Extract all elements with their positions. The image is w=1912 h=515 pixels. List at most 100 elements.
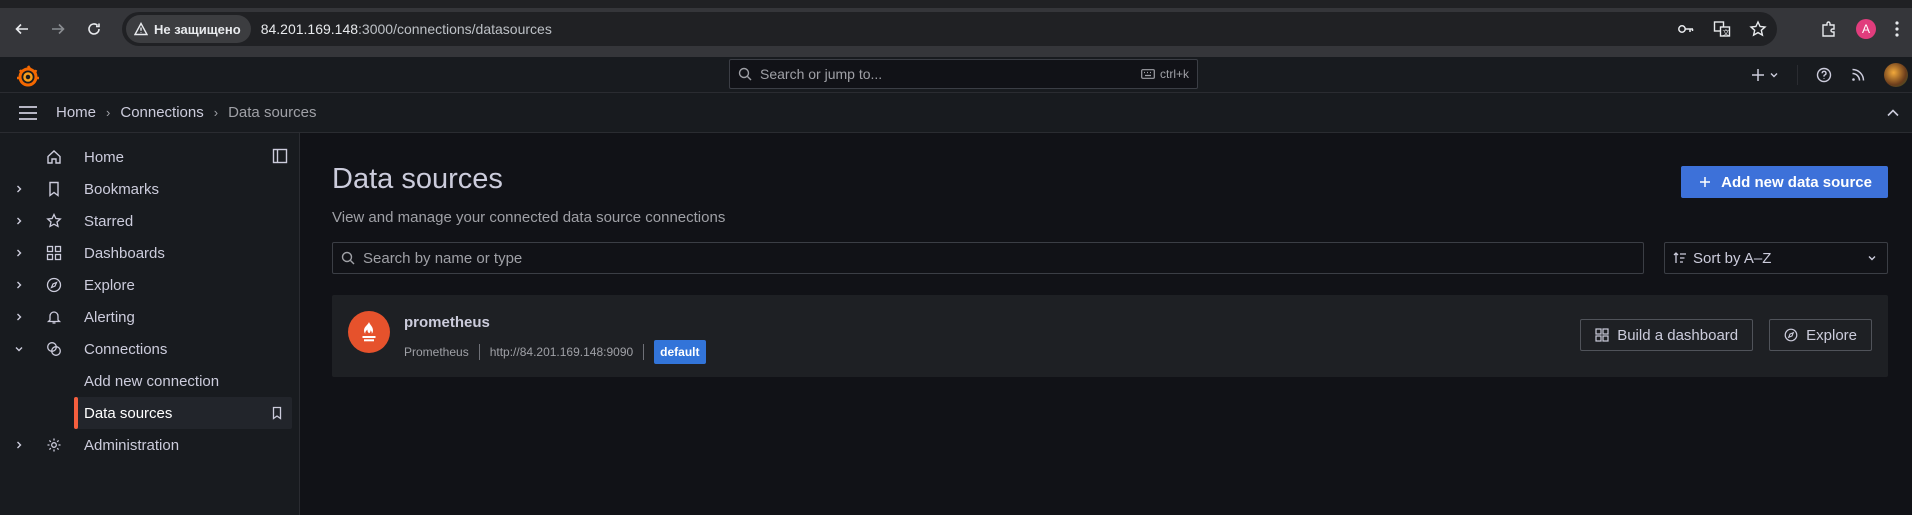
sidebar-item-home[interactable]: Home: [0, 141, 299, 173]
default-badge: default: [654, 340, 706, 364]
menu-dots-icon[interactable]: [1894, 20, 1900, 38]
browser-chrome: Не защищено 84.201.169.148:3000/connecti…: [0, 0, 1912, 57]
data-source-card[interactable]: prometheus Prometheus http://84.201.169.…: [332, 295, 1888, 377]
prometheus-flame-icon: [362, 322, 376, 342]
apps-icon: [1595, 328, 1609, 342]
breadcrumb-home[interactable]: Home: [56, 104, 96, 121]
chevron-right-icon[interactable]: [14, 248, 24, 258]
home-icon: [47, 150, 61, 164]
reload-icon: [88, 23, 100, 35]
build-dashboard-label: Build a dashboard: [1617, 326, 1739, 344]
warning-icon: [134, 22, 148, 36]
chevron-right-icon[interactable]: [14, 440, 24, 450]
rss-icon[interactable]: [1850, 67, 1866, 83]
main-content: Data sources View and manage your connec…: [300, 133, 1912, 515]
chevron-down-icon[interactable]: [14, 344, 24, 354]
bookmark-icon[interactable]: [270, 406, 284, 420]
star-icon[interactable]: [1749, 20, 1767, 38]
breadcrumb: Home › Connections › Data sources: [56, 104, 316, 121]
chevron-right-icon[interactable]: [14, 312, 24, 322]
key-icon[interactable]: [1677, 20, 1695, 38]
data-source-meta: Prometheus http://84.201.169.148:9090 de…: [404, 340, 706, 364]
chevron-right-icon[interactable]: [14, 216, 24, 226]
sidebar-item-data-sources[interactable]: Data sources: [74, 397, 292, 429]
explore-label: Explore: [1806, 326, 1857, 344]
sidebar-item-label: Connections: [84, 340, 168, 358]
prometheus-logo: [348, 311, 390, 353]
keyboard-shortcut: ctrl+k: [1141, 67, 1189, 81]
page-title: Data sources: [332, 163, 503, 195]
data-source-name[interactable]: prometheus: [404, 314, 490, 331]
chevron-up-icon[interactable]: [1886, 106, 1900, 120]
security-label: Не защищено: [154, 21, 241, 37]
global-search-placeholder: Search or jump to...: [760, 66, 883, 82]
sidebar-item-label: Data sources: [84, 404, 173, 422]
arrow-left-icon: [15, 23, 28, 35]
breadcrumb-separator: ›: [213, 105, 219, 120]
breadcrumb-current: Data sources: [228, 104, 317, 121]
apps-icon: [46, 245, 62, 261]
address-bar[interactable]: Не защищено 84.201.169.148:3000/connecti…: [122, 12, 1777, 46]
sidebar-item-starred[interactable]: Starred: [0, 205, 299, 237]
sidebar-item-label: Starred: [84, 212, 134, 230]
add-new-data-source-label: Add new data source: [1721, 173, 1872, 191]
sidebar-item-add-new-connection[interactable]: Add new connection: [0, 365, 299, 397]
page-subtitle: View and manage your connected data sour…: [332, 209, 726, 226]
sidebar-item-connections[interactable]: Connections: [0, 333, 299, 365]
link-icon: [47, 342, 61, 356]
breadcrumb-connections[interactable]: Connections: [120, 104, 203, 121]
help-icon[interactable]: [1816, 67, 1832, 83]
star-icon: [46, 213, 62, 228]
sidebar-item-administration[interactable]: Administration: [0, 429, 299, 461]
bell-icon: [46, 311, 62, 324]
sidebar-item-explore[interactable]: Explore: [0, 269, 299, 301]
compass-icon: [46, 277, 62, 293]
sidebar-item-label: Explore: [84, 276, 135, 294]
forward-button[interactable]: [44, 15, 72, 43]
security-chip[interactable]: Не защищено: [126, 15, 251, 43]
grafana-logo-icon: [17, 65, 39, 87]
url-text[interactable]: 84.201.169.148:3000/connections/datasour…: [261, 21, 552, 37]
new-menu-button[interactable]: [1751, 68, 1779, 82]
profile-avatar[interactable]: A: [1856, 19, 1876, 39]
breadcrumb-bar: Home › Connections › Data sources: [0, 93, 1912, 133]
sidebar: Home Bookmarks Starred Dashboards Explor…: [0, 133, 300, 515]
chevron-down-icon: [1868, 256, 1876, 261]
menu-icon[interactable]: [18, 105, 38, 121]
sidebar-item-dashboards[interactable]: Dashboards: [0, 237, 299, 269]
back-button[interactable]: [8, 15, 36, 43]
sort-label: Sort by A–Z: [1693, 249, 1772, 267]
reload-button[interactable]: [80, 15, 108, 43]
sidebar-item-alerting[interactable]: Alerting: [0, 301, 299, 333]
sidebar-item-label: Administration: [84, 436, 180, 454]
arrow-right-icon: [52, 23, 65, 35]
sidebar-item-bookmarks[interactable]: Bookmarks: [0, 173, 299, 205]
grafana-logo[interactable]: [16, 65, 40, 89]
data-source-search-input[interactable]: Search by name or type: [332, 242, 1644, 274]
chevron-right-icon[interactable]: [14, 280, 24, 290]
plus-icon: [1700, 177, 1711, 187]
sort-icon: [1673, 252, 1686, 263]
build-dashboard-button[interactable]: Build a dashboard: [1580, 319, 1754, 351]
divider: [643, 344, 645, 360]
translate-icon[interactable]: 文: [1713, 20, 1731, 38]
search-placeholder: Search by name or type: [363, 249, 523, 267]
user-avatar[interactable]: [1884, 63, 1908, 87]
cog-icon: [47, 438, 61, 452]
plus-icon: [1752, 69, 1764, 81]
bookmark-icon: [49, 181, 59, 197]
chevron-right-icon[interactable]: [14, 184, 24, 194]
sidebar-item-label: Add new connection: [84, 372, 220, 390]
tab-strip: [0, 0, 1912, 8]
keyboard-icon: [1141, 69, 1155, 79]
sidebar-item-label: Bookmarks: [84, 180, 160, 198]
add-new-data-source-button[interactable]: Add new data source: [1681, 166, 1888, 198]
sidebar-item-label: Home: [84, 148, 125, 166]
shortcut-text: ctrl+k: [1159, 67, 1189, 81]
data-source-type: Prometheus: [404, 345, 469, 359]
global-search-input[interactable]: Search or jump to... ctrl+k: [729, 59, 1198, 89]
explore-button[interactable]: Explore: [1769, 319, 1872, 351]
grafana-topbar: Search or jump to... ctrl+k: [0, 57, 1912, 93]
sort-select[interactable]: Sort by A–Z: [1664, 242, 1888, 274]
extensions-icon[interactable]: [1820, 20, 1838, 38]
